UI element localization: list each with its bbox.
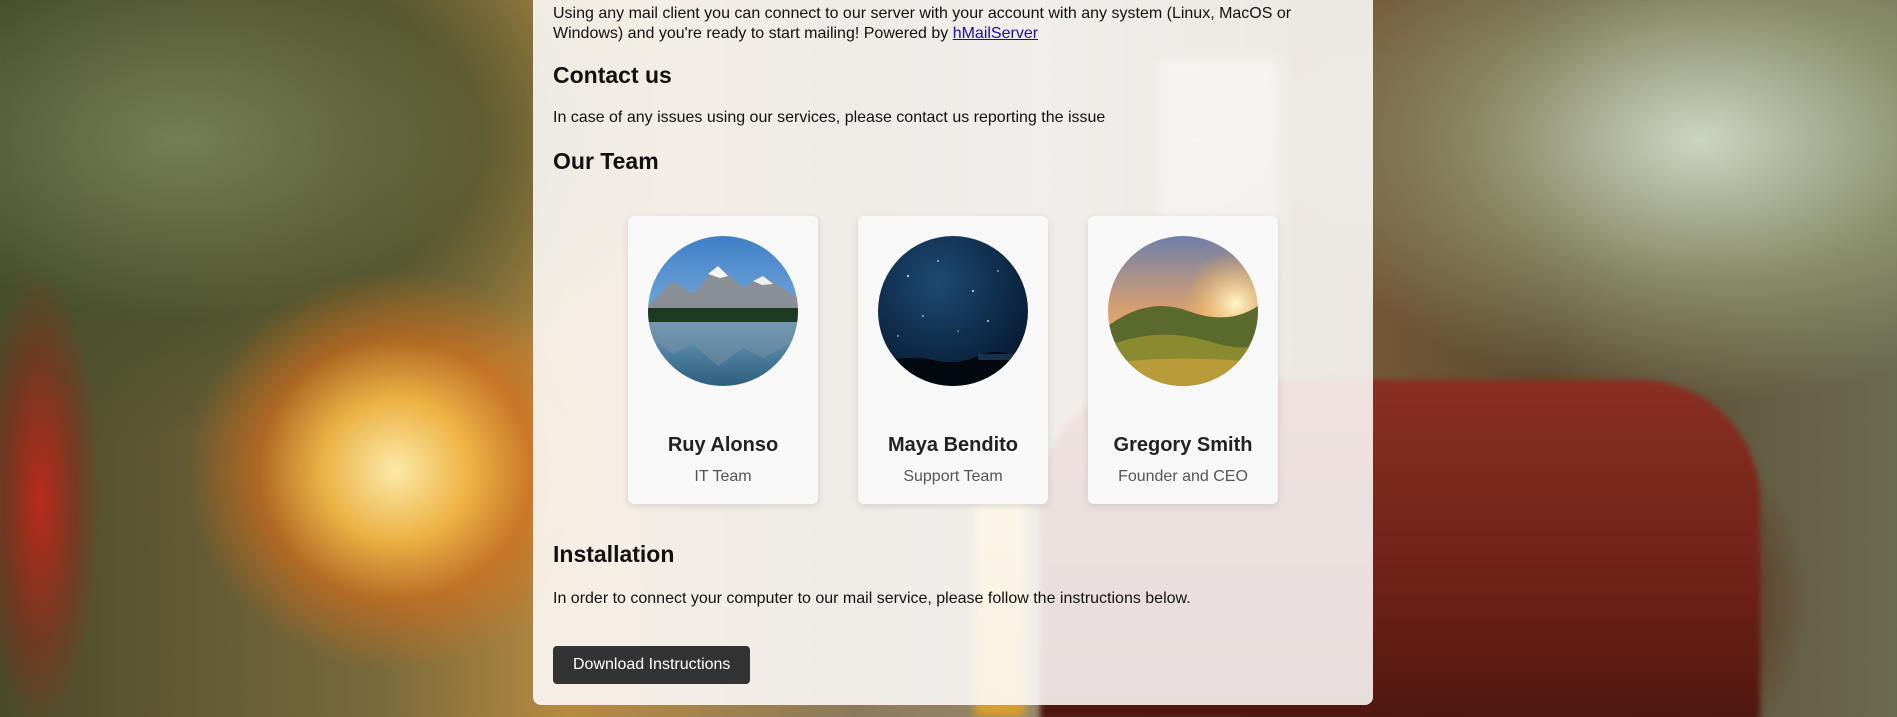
intro-text: Using any mail client you can connect to… — [553, 5, 1292, 42]
avatar — [878, 236, 1028, 386]
avatar — [1108, 236, 1258, 386]
member-name: Gregory Smith — [1113, 434, 1253, 456]
intro-paragraph: Using any mail client you can connect to… — [553, 4, 1323, 44]
team-heading: Our Team — [553, 148, 659, 174]
avatar — [648, 236, 798, 386]
contact-text: In case of any issues using our services… — [553, 109, 1106, 126]
member-name: Maya Bendito — [887, 434, 1019, 456]
team-cards: Ruy Alonso IT Team Maya Bendito Support … — [628, 216, 1282, 504]
team-card: Ruy Alonso IT Team — [628, 216, 818, 504]
mountain-lake-photo — [648, 236, 798, 386]
starry-night-photo — [878, 236, 1028, 386]
installation-text: In order to connect your computer to our… — [553, 590, 1191, 607]
member-name: Ruy Alonso — [667, 434, 779, 456]
member-role: IT Team — [694, 468, 752, 485]
download-instructions-button[interactable]: Download Instructions — [553, 646, 751, 684]
member-role: Support Team — [903, 468, 1003, 485]
hmailserver-link[interactable]: hMailServer — [953, 25, 1038, 42]
content-panel: Using any mail client you can connect to… — [533, 0, 1373, 705]
sunset-hills-photo — [1108, 236, 1258, 386]
contact-heading: Contact us — [553, 62, 672, 88]
member-role: Founder and CEO — [1118, 468, 1248, 485]
team-card: Maya Bendito Support Team — [858, 216, 1048, 504]
team-card: Gregory Smith Founder and CEO — [1088, 216, 1278, 504]
installation-heading: Installation — [553, 541, 675, 567]
